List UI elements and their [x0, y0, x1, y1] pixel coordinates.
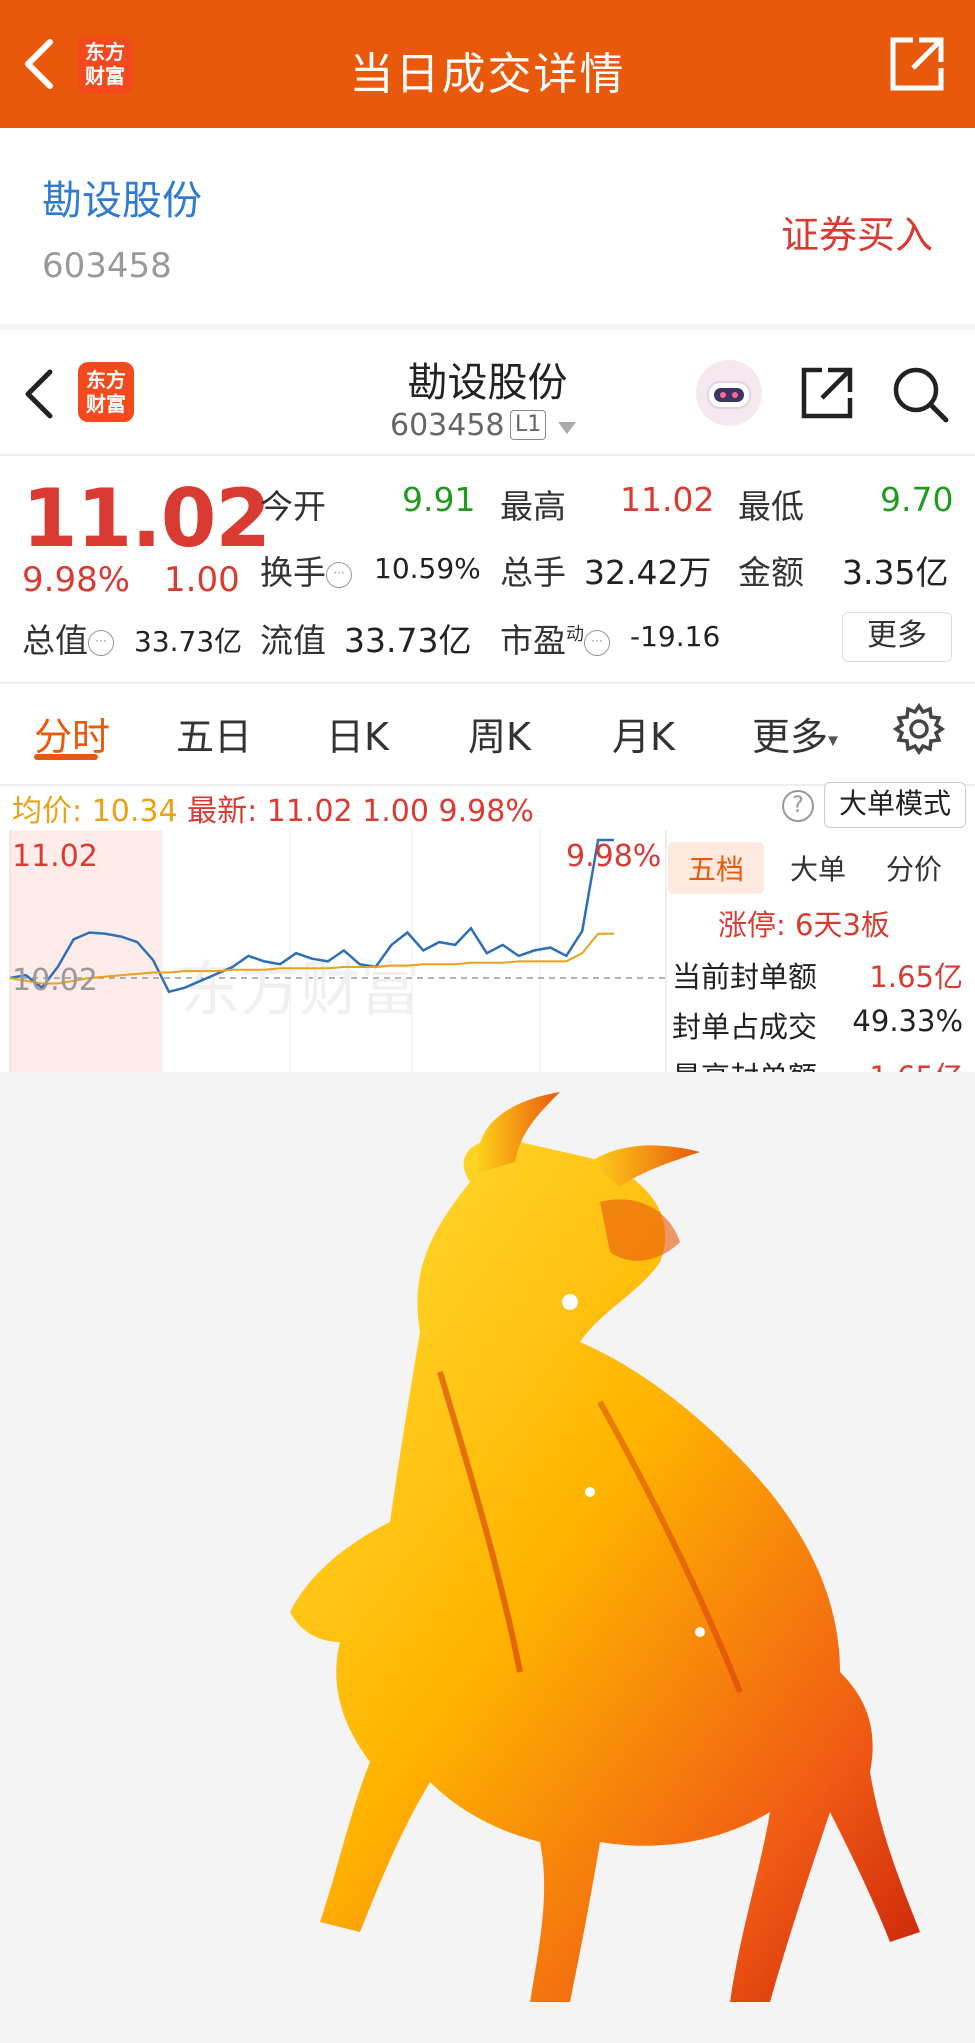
tab-five-day[interactable]: 五日 [176, 706, 252, 761]
quote-panel: 东方财富 勘设股份 603458 L1 11.02 9.98% 1.00 今开 … [0, 330, 975, 1072]
turnover-value: 10.59% [374, 552, 481, 585]
amount-value: 3.35亿 [842, 553, 949, 592]
tab-big-orders[interactable]: 大单 [790, 848, 846, 888]
last-label: 最新: [187, 794, 258, 829]
intraday-info-line: 均价: 10.34 最新: 11.02 1.00 9.98% [12, 786, 534, 830]
tab-weekly-k[interactable]: 周K [468, 706, 531, 761]
chevron-down-icon: ▾ [828, 727, 839, 752]
mktcap-label: 总值 ··· [22, 614, 114, 662]
high-value: 11.02 [620, 480, 715, 519]
golden-bull-illustration [0, 1072, 975, 2043]
robot-assistant-icon[interactable] [696, 360, 762, 426]
change-amount: 1.00 [164, 560, 240, 600]
last-change: 1.00 [362, 794, 429, 829]
low-value: 9.70 [880, 480, 954, 519]
low-label: 最低 [738, 487, 804, 526]
seal-amount-label: 当前封单额 [672, 960, 818, 994]
float-label: 流值 [260, 621, 326, 660]
mktcap-label-text: 总值 [22, 621, 88, 660]
app-root: 东方财富 当日成交详情 勘设股份 603458 证券买入 东方财富 勘设股份 6… [0, 0, 975, 2043]
tab-daily-k[interactable]: 日K [326, 706, 389, 761]
order-book-tabs: 五档 大单 分价 [668, 838, 975, 894]
max-seal-label: 最高封单额 [672, 1054, 817, 1072]
info-dots-icon[interactable]: ··· [584, 629, 610, 656]
more-button[interactable]: 更多 [842, 612, 952, 662]
app-stock-code: 603458 [390, 408, 505, 443]
divider [0, 682, 975, 684]
limit-up-value: 6天3板 [795, 908, 890, 942]
pe-value: -19.16 [630, 620, 721, 653]
seal-ratio-label: 封单占成交 [672, 1010, 818, 1044]
pe-sup: 动 [566, 624, 584, 645]
share-icon[interactable] [798, 362, 856, 422]
amount-label: 金额 [738, 553, 804, 592]
tab-price-split[interactable]: 分价 [886, 848, 942, 888]
tab-monthly-k[interactable]: 月K [612, 706, 675, 761]
page-title: 当日成交详情 [349, 49, 626, 100]
level-badge[interactable]: L1 [510, 410, 547, 440]
avg-label: 均价: [12, 794, 83, 829]
open-label: 今开 [260, 487, 326, 526]
last-value: 11.02 [266, 794, 353, 829]
top-bar: 东方财富 当日成交详情 [0, 0, 975, 128]
gear-icon[interactable] [892, 702, 946, 756]
tab-more[interactable]: 更多▾ [752, 706, 838, 761]
help-icon[interactable]: ? [782, 790, 814, 822]
avg-value: 10.34 [91, 794, 178, 829]
volume-value: 32.42万 [584, 553, 712, 592]
seal-ratio-value: 49.33% [852, 1004, 963, 1038]
limit-up-label: 涨停: [718, 908, 786, 942]
volume-label: 总手 [500, 553, 566, 592]
chart-base-price: 10.02 [12, 963, 98, 998]
tab-more-label: 更多 [752, 715, 829, 759]
divider [0, 454, 975, 456]
open-value: 9.91 [402, 480, 476, 519]
turnover-label: 换手 ··· [260, 546, 352, 594]
seal-amount-value: 1.65亿 [869, 960, 963, 994]
search-icon[interactable] [890, 364, 950, 424]
share-icon[interactable] [887, 34, 947, 94]
mktcap-value: 33.73亿 [134, 625, 243, 658]
intraday-chart[interactable]: 东方财富 11.02 10.02 9.98% [0, 830, 668, 1072]
chart-top-pct: 9.98% [566, 839, 661, 874]
turnover-label-text: 换手 [260, 553, 326, 592]
active-tab-indicator [34, 754, 98, 760]
current-price: 11.02 [22, 472, 271, 565]
max-seal-value: 1.65亿 [869, 1054, 963, 1072]
tab-intraday[interactable]: 分时 [34, 706, 110, 761]
float-value: 33.73亿 [344, 621, 472, 660]
high-label: 最高 [500, 487, 566, 526]
order-book-panel: 五档 大单 分价 涨停: 6天3板 当前封单额 1.65亿 封单占成交 49.3… [668, 830, 975, 1072]
change-percent: 9.98% [22, 560, 131, 600]
dropdown-triangle-icon[interactable] [558, 422, 576, 434]
last-change-pct: 9.98% [438, 794, 534, 829]
limit-up-info: 涨停: 6天3板 [718, 902, 890, 944]
big-order-mode-button[interactable]: 大单模式 [824, 782, 966, 828]
stock-header: 勘设股份 603458 证券买入 [0, 128, 975, 324]
stock-name-link[interactable]: 勘设股份 [42, 168, 202, 226]
info-dots-icon[interactable]: ··· [88, 629, 114, 656]
pe-label: 市盈动 ··· [500, 614, 610, 662]
stock-code: 603458 [42, 246, 172, 286]
tab-five-levels[interactable]: 五档 [668, 842, 765, 894]
buy-button[interactable]: 证券买入 [781, 204, 933, 259]
info-dots-icon[interactable]: ··· [326, 561, 352, 588]
chart-top-price: 11.02 [12, 839, 98, 874]
pe-label-text: 市盈 [500, 621, 566, 660]
